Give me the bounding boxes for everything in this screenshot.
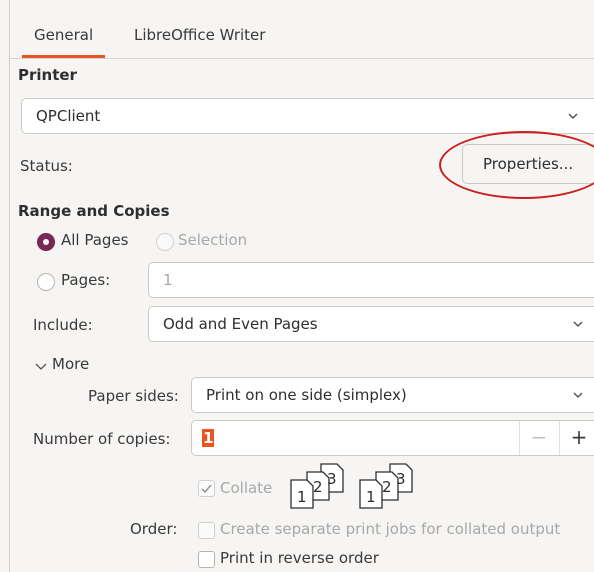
copies-value: 1: [202, 429, 215, 447]
decrement-button[interactable]: −: [520, 421, 558, 455]
pages-label: Pages:: [61, 271, 111, 289]
tab-general[interactable]: General: [21, 22, 106, 58]
pages-input[interactable]: 1: [148, 262, 594, 298]
include-selected-value: Odd and Even Pages: [163, 315, 318, 333]
increment-button[interactable]: +: [560, 421, 594, 455]
reverse-order-checkbox[interactable]: [198, 551, 215, 568]
chevron-down-icon: [573, 321, 583, 328]
svg-text:1: 1: [297, 488, 307, 506]
paper-sides-value: Print on one side (simplex): [206, 386, 407, 404]
include-dropdown[interactable]: Odd and Even Pages: [148, 306, 594, 342]
reverse-order-label: Print in reverse order: [220, 549, 379, 567]
separate-jobs-label: Create separate print jobs for collated …: [220, 520, 561, 538]
svg-text:2: 2: [313, 478, 323, 496]
collated-pages-icon: 3 2 1: [359, 463, 413, 509]
tab-libreoffice-writer[interactable]: LibreOffice Writer: [134, 22, 265, 52]
checkmark-icon: [201, 484, 212, 494]
dialog-left-border: [9, 0, 10, 572]
print-dialog: General LibreOffice Writer Printer QPCli…: [0, 0, 594, 572]
svg-text:2: 2: [382, 478, 392, 496]
properties-button[interactable]: Properties...: [462, 144, 594, 184]
printer-selected-value: QPClient: [36, 107, 101, 125]
svg-text:3: 3: [327, 470, 337, 488]
svg-text:3: 3: [396, 470, 406, 488]
all-pages-label: All Pages: [61, 231, 129, 249]
pages-radio[interactable]: [37, 273, 55, 291]
pages-input-value: 1: [163, 271, 173, 289]
printer-dropdown[interactable]: QPClient: [21, 98, 594, 134]
printer-status-label: Status:: [20, 157, 73, 175]
paper-sides-label: Paper sides:: [88, 387, 179, 405]
include-label: Include:: [33, 316, 93, 334]
collate-checkbox[interactable]: [198, 480, 215, 497]
svg-text:1: 1: [366, 488, 376, 506]
printer-section-title: Printer: [18, 66, 77, 84]
separate-jobs-checkbox[interactable]: [198, 522, 215, 539]
collated-pages-icon: 3 2 1: [290, 463, 344, 509]
chevron-down-icon: [573, 392, 583, 399]
selection-radio[interactable]: [156, 233, 174, 251]
tab-bar: General LibreOffice Writer: [10, 0, 594, 59]
copies-spinbutton[interactable]: 1 − +: [191, 420, 594, 456]
paper-sides-dropdown[interactable]: Print on one side (simplex): [191, 377, 594, 413]
copies-label: Number of copies:: [33, 430, 171, 448]
range-section-title: Range and Copies: [18, 202, 170, 220]
order-label: Order:: [130, 520, 178, 538]
more-label: More: [52, 355, 90, 373]
all-pages-radio[interactable]: [37, 233, 55, 251]
chevron-down-icon: [568, 113, 578, 120]
collate-label: Collate: [220, 479, 273, 497]
more-expander[interactable]: More: [34, 355, 124, 377]
selection-label: Selection: [178, 231, 248, 249]
chevron-down-icon: [35, 363, 47, 370]
